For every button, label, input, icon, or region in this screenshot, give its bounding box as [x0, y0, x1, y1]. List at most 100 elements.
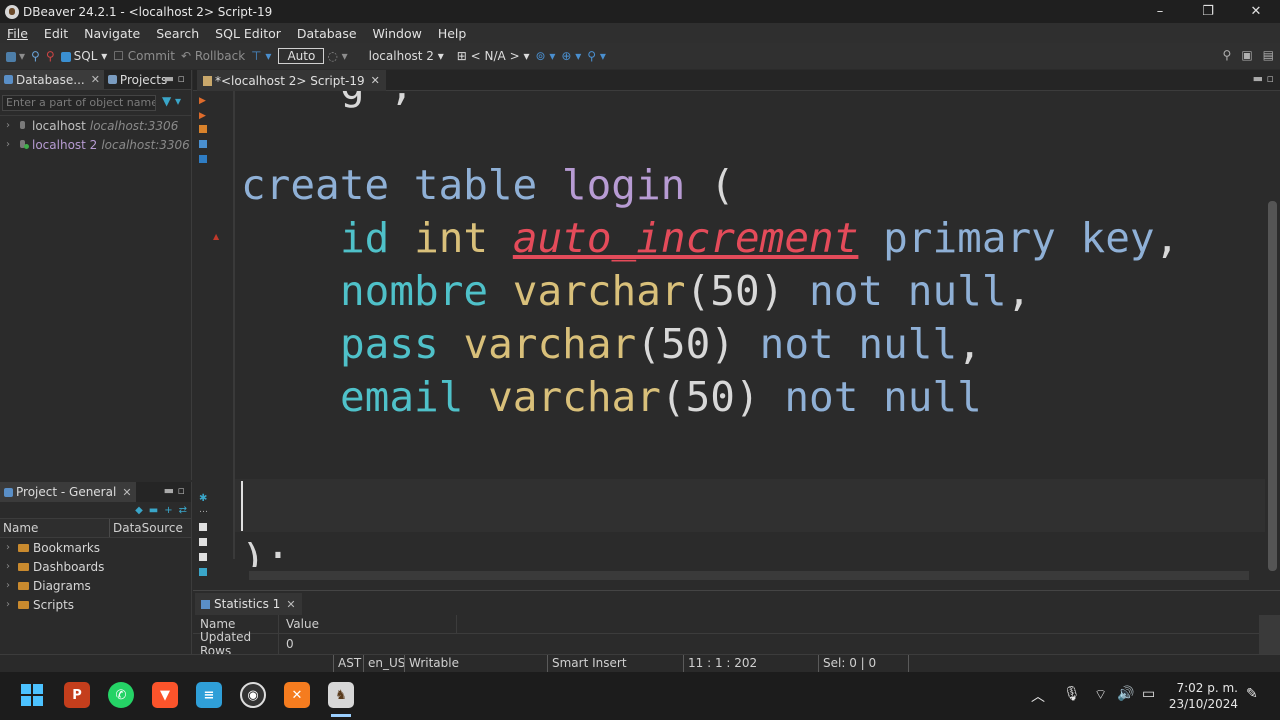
- active-schema-select[interactable]: ⊞ < N/A > ▾: [457, 49, 530, 63]
- tab-script-19[interactable]: *<localhost 2> Script-19 ✕: [197, 70, 386, 91]
- powerpoint-icon[interactable]: P: [64, 682, 90, 708]
- expand-arrow-icon[interactable]: ›: [6, 120, 18, 131]
- windows-start-icon[interactable]: [19, 682, 45, 708]
- add-icon[interactable]: +: [164, 505, 172, 516]
- expand-arrow-icon[interactable]: ›: [6, 139, 18, 150]
- maximize-icon[interactable]: ❐: [1184, 0, 1232, 23]
- perspective-icon[interactable]: ▣: [1241, 48, 1252, 62]
- menu-search[interactable]: Search: [149, 26, 208, 41]
- execute-script-icon[interactable]: ▶: [199, 111, 207, 121]
- configure-icon[interactable]: ⇄: [179, 505, 187, 516]
- menu-help[interactable]: Help: [431, 26, 476, 41]
- link-icon[interactable]: ◆: [135, 505, 143, 516]
- scrollbar-thumb[interactable]: [249, 571, 1249, 580]
- rollback-button[interactable]: ↶ Rollback: [181, 49, 245, 63]
- menu-database[interactable]: Database: [290, 26, 366, 41]
- connection-localhost[interactable]: › localhost localhost:3306: [0, 116, 191, 135]
- filter-icon[interactable]: ▼ ▾: [162, 94, 181, 108]
- window-title: DBeaver 24.2.1 - <localhost 2> Script-19: [23, 4, 273, 19]
- toggle-panels-icon[interactable]: [199, 568, 207, 576]
- editor-minmax-icon[interactable]: ▬ ▫: [1253, 72, 1274, 85]
- code-line-3: nombre varchar(50) not null,: [340, 267, 1032, 315]
- isolation-icon[interactable]: ◌ ▾: [327, 49, 347, 63]
- scrollbar-thumb[interactable]: [1268, 201, 1277, 571]
- connection-localhost-2[interactable]: › localhost 2 localhost:3306: [0, 135, 191, 154]
- log-icon[interactable]: [199, 538, 207, 546]
- expand-arrow-icon[interactable]: ›: [6, 599, 18, 610]
- transactions-icon[interactable]: ⊕ ▾: [561, 49, 581, 63]
- output-icon[interactable]: [199, 523, 207, 531]
- battery-icon[interactable]: ▭: [1142, 686, 1155, 702]
- show-hidden-icons-icon[interactable]: ︿: [1031, 686, 1045, 706]
- results-scrollbar[interactable]: [1259, 615, 1280, 655]
- active-connection-select[interactable]: localhost 2 ▾: [369, 49, 444, 63]
- menu-edit[interactable]: Edit: [37, 26, 77, 41]
- tools-icon[interactable]: ⊚ ▾: [535, 49, 555, 63]
- tab-statistics-1[interactable]: Statistics 1 ✕: [195, 593, 302, 615]
- project-item-dashboards[interactable]: › Dashboards: [0, 557, 191, 576]
- transaction-mode-icon[interactable]: ⊤ ▾: [251, 49, 271, 63]
- table-row[interactable]: Updated Rows 0: [193, 630, 294, 658]
- close-icon[interactable]: ✕: [286, 598, 295, 611]
- explain-plan-icon[interactable]: [199, 125, 207, 133]
- search-tool-icon[interactable]: ⚲ ▾: [587, 49, 606, 63]
- menu-window[interactable]: Window: [366, 26, 431, 41]
- disconnect-icon[interactable]: ⚲: [46, 49, 55, 63]
- tab-database-navigator[interactable]: Database... ✕: [0, 69, 104, 90]
- volume-icon[interactable]: 🔊: [1117, 686, 1134, 702]
- result-panel-icon[interactable]: ✱: [199, 493, 207, 504]
- microphone-icon[interactable]: 🎙: [1063, 686, 1081, 702]
- expand-arrow-icon[interactable]: ›: [6, 580, 18, 591]
- execute-statement-icon[interactable]: ▶: [199, 96, 207, 106]
- expand-arrow-icon[interactable]: ›: [6, 542, 18, 553]
- panel-minmax-icon[interactable]: ▬ ▫: [164, 72, 185, 85]
- tab-label: Database...: [16, 72, 85, 87]
- format-icon[interactable]: [199, 155, 207, 163]
- tab-label: Statistics 1: [214, 597, 281, 611]
- brave-icon[interactable]: ▼: [152, 682, 178, 708]
- whatsapp-icon[interactable]: ✆: [108, 682, 134, 708]
- auto-commit-toggle[interactable]: Auto: [278, 48, 325, 64]
- expand-arrow-icon[interactable]: ›: [6, 561, 18, 572]
- column-header-name[interactable]: Name: [0, 519, 110, 537]
- results-column-header: Name Value: [193, 615, 1259, 634]
- dbeaver-taskbar-icon[interactable]: ♞: [328, 682, 354, 708]
- commit-button[interactable]: ☐ Commit: [113, 49, 175, 63]
- wifi-icon[interactable]: ⌔: [1094, 686, 1107, 704]
- dbeaver-perspective-icon[interactable]: ▤: [1263, 48, 1274, 62]
- connect-icon[interactable]: ⚲: [31, 49, 40, 63]
- close-icon[interactable]: ✕: [1232, 0, 1280, 23]
- menu-file[interactable]: File: [0, 26, 37, 41]
- close-icon[interactable]: ✕: [122, 486, 131, 499]
- notifications-icon[interactable]: ✎: [1246, 686, 1258, 702]
- editor-vertical-scrollbar[interactable]: [1265, 91, 1280, 584]
- sql-button[interactable]: SQL ▾: [60, 49, 107, 63]
- project-item-diagrams[interactable]: › Diagrams: [0, 576, 191, 595]
- collapse-icon[interactable]: ▬: [149, 505, 158, 516]
- xampp-icon[interactable]: ✕: [284, 682, 310, 708]
- editor-horizontal-scrollbar[interactable]: [235, 567, 1265, 584]
- menu-navigate[interactable]: Navigate: [77, 26, 149, 41]
- new-connection-icon[interactable]: ▾: [6, 49, 25, 63]
- column-header-datasource[interactable]: DataSource: [110, 519, 183, 537]
- tab-projects[interactable]: Projects: [104, 70, 171, 90]
- project-item-bookmarks[interactable]: › Bookmarks: [0, 538, 191, 557]
- search-icon[interactable]: ⚲: [1223, 48, 1232, 62]
- object-filter-input[interactable]: Enter a part of object name h: [2, 95, 156, 111]
- minimize-icon[interactable]: –: [1136, 0, 1184, 23]
- system-clock[interactable]: 7:02 p. m. 23/10/2024: [1169, 680, 1238, 712]
- project-item-scripts[interactable]: › Scripts: [0, 595, 191, 614]
- status-timezone: AST: [338, 656, 362, 670]
- variables-icon[interactable]: [199, 553, 207, 561]
- obs-icon[interactable]: ◉: [240, 682, 266, 708]
- close-icon[interactable]: ✕: [371, 74, 380, 87]
- tab-project-general[interactable]: Project - General ✕: [0, 482, 136, 502]
- notepad-icon[interactable]: ≡: [196, 682, 222, 708]
- load-script-icon[interactable]: [199, 140, 207, 148]
- sql-editor[interactable]: g ; create table login ( id int auto_inc…: [235, 91, 1265, 567]
- more-icon[interactable]: …: [199, 505, 208, 515]
- panel-minmax-icon[interactable]: ▬ ▫: [164, 484, 185, 497]
- menu-sql-editor[interactable]: SQL Editor: [208, 26, 290, 41]
- close-icon[interactable]: ✕: [91, 73, 100, 86]
- column-header-value[interactable]: Value: [279, 615, 457, 633]
